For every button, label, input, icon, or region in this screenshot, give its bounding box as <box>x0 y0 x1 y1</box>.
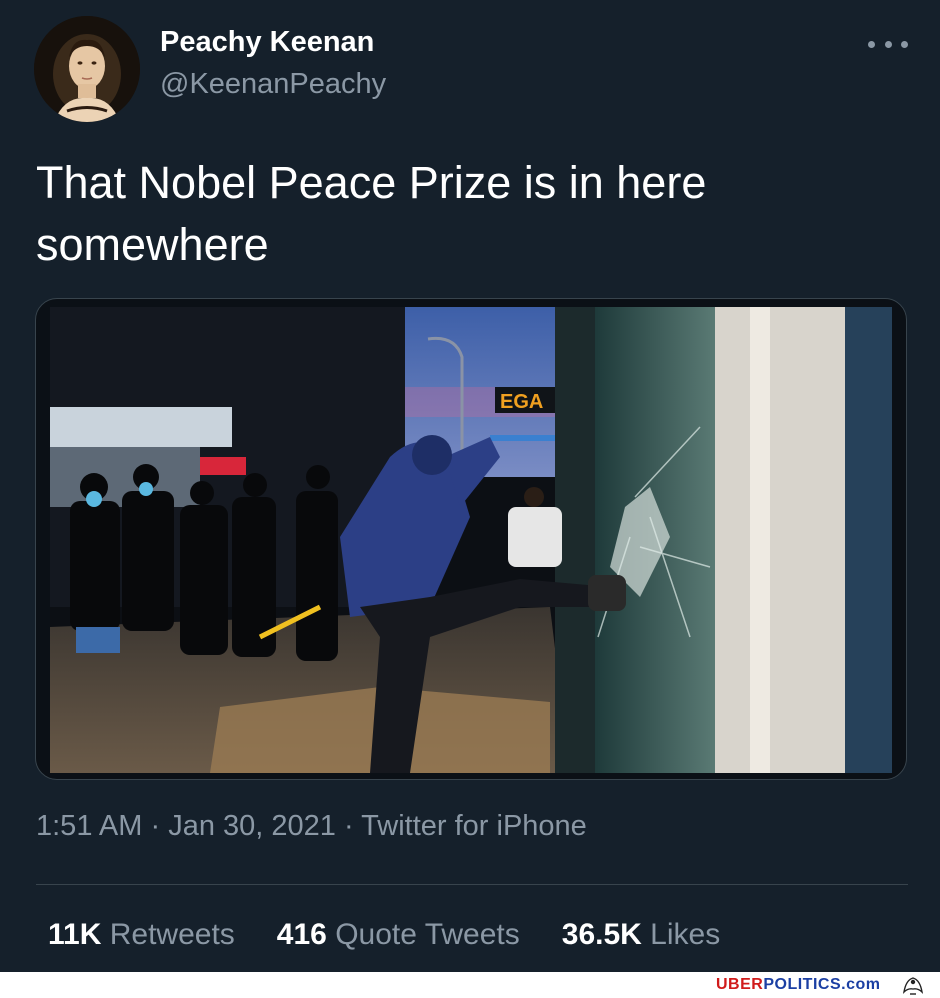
meta-separator: · <box>335 810 362 842</box>
dot <box>868 40 875 48</box>
engagement-stats: 11K Retweets 416 Quote Tweets 36.5K Like… <box>48 918 762 952</box>
tweet-time[interactable]: 1:51 AM <box>36 810 142 842</box>
watermark-uber: UBER <box>716 976 764 993</box>
likes-count: 36.5K <box>561 918 642 951</box>
divider <box>36 884 908 885</box>
author-handle[interactable]: @KeenanPeachy <box>160 68 386 101</box>
retweets-count: 11K <box>48 918 102 951</box>
more-options-icon[interactable] <box>868 30 908 58</box>
tweet-text-line: That Nobel Peace Prize is in here <box>36 157 707 208</box>
eagle-icon <box>902 977 924 995</box>
avatar-portrait-image <box>34 16 140 122</box>
tweet-source-app[interactable]: Twitter for iPhone <box>361 810 587 842</box>
store-sign-text: EGA <box>500 391 543 413</box>
dot <box>901 40 908 48</box>
tweet-media-photo[interactable]: EGA <box>35 298 907 780</box>
watermark-politics: POLITICS.com <box>763 976 881 993</box>
retweets-label: Retweets <box>109 918 235 951</box>
tweet-date[interactable]: Jan 30, 2021 <box>168 810 336 842</box>
quote-tweets-count: 416 <box>276 918 327 951</box>
tweet-metadata: 1:51 AM · Jan 30, 2021 · Twitter for iPh… <box>36 810 587 843</box>
quote-tweets-stat[interactable]: 416 Quote Tweets <box>277 918 520 952</box>
author-display-name[interactable]: Peachy Keenan <box>160 26 374 59</box>
photo-image: EGA <box>50 307 892 773</box>
author-avatar[interactable] <box>34 16 140 122</box>
watermark-text: UBERPOLITICS.com <box>716 976 880 994</box>
likes-stat[interactable]: 36.5K Likes <box>562 918 720 952</box>
tweet-card: Peachy Keenan @KeenanPeachy That Nobel P… <box>0 0 940 972</box>
tweet-text-line: somewhere <box>36 219 269 270</box>
tweet-text: That Nobel Peace Prize is in here somewh… <box>36 152 896 276</box>
site-watermark: UBERPOLITICS.com <box>0 972 940 998</box>
dot <box>884 40 892 48</box>
meta-separator: · <box>142 810 169 842</box>
likes-label: Likes <box>650 918 721 951</box>
retweets-stat[interactable]: 11K Retweets <box>48 918 235 952</box>
quote-tweets-label: Quote Tweets <box>335 918 520 951</box>
